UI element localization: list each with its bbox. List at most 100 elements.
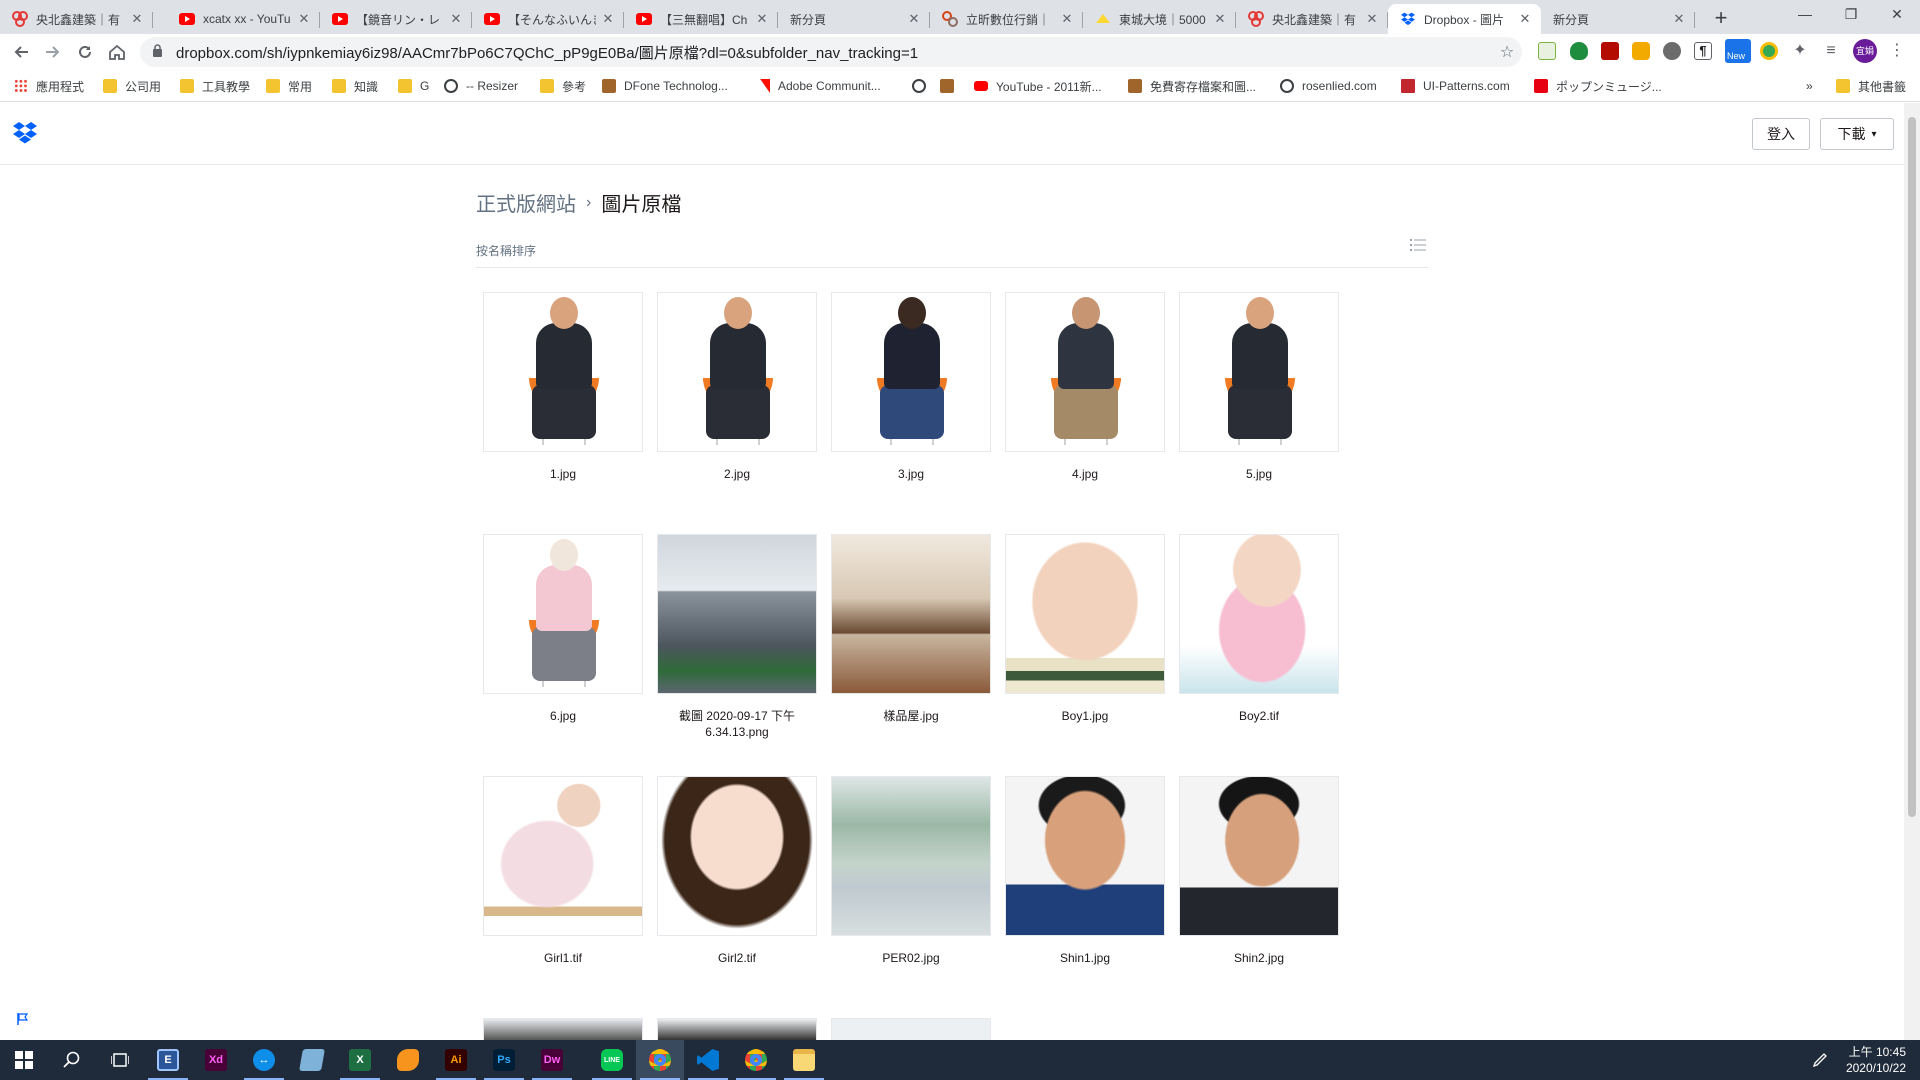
sort-by-name-button[interactable]: 按名稱排序 bbox=[476, 242, 536, 259]
home-icon[interactable] bbox=[105, 40, 129, 64]
file-thumbnail[interactable] bbox=[657, 776, 817, 936]
taskbar-app-excel-icon[interactable]: X bbox=[336, 1040, 384, 1080]
task-view-icon[interactable] bbox=[96, 1040, 144, 1080]
taskbar-app-explorer-icon[interactable] bbox=[780, 1040, 828, 1080]
file-name[interactable]: 6.jpg bbox=[475, 708, 651, 724]
browser-tab[interactable]: 新分頁 ✕ bbox=[778, 4, 930, 34]
browser-tab[interactable]: 央北鑫建築｜有 ✕ bbox=[0, 4, 153, 34]
bookmark-item[interactable]: 參考 bbox=[540, 77, 586, 95]
file-name[interactable]: 樣品屋.jpg bbox=[823, 708, 999, 724]
minimize-button[interactable]: — bbox=[1782, 0, 1828, 30]
color-extension-icon[interactable] bbox=[1760, 42, 1778, 60]
bookmark-item[interactable]: DFone Technolog... bbox=[602, 77, 728, 95]
taskbar-app-illustrator-icon[interactable]: Ai bbox=[432, 1040, 480, 1080]
bookmark-item[interactable]: -- Resizer bbox=[444, 77, 518, 95]
bookmark-item[interactable]: 應用程式 bbox=[14, 77, 84, 95]
thumbnail-partial[interactable] bbox=[831, 1018, 991, 1040]
bookmark-item[interactable] bbox=[912, 77, 934, 95]
file-name[interactable]: 5.jpg bbox=[1171, 466, 1347, 482]
list-view-icon[interactable] bbox=[1410, 238, 1428, 252]
profile-avatar[interactable]: 宜娟 bbox=[1853, 39, 1877, 63]
vertical-scrollbar[interactable] bbox=[1904, 103, 1920, 1040]
browser-tab[interactable]: Dropbox - 圖片 ✕ bbox=[1388, 4, 1541, 34]
bookmark-item[interactable]: 工具教學 bbox=[180, 77, 250, 95]
taskbar-app-vscode-icon[interactable] bbox=[684, 1040, 732, 1080]
back-arrow-icon[interactable] bbox=[9, 40, 33, 64]
taskbar-app-notepad-icon[interactable] bbox=[288, 1040, 336, 1080]
chat-extension-icon[interactable] bbox=[1663, 42, 1681, 60]
bookmark-item[interactable]: 公司用 bbox=[103, 77, 161, 95]
tab-close-icon[interactable]: ✕ bbox=[296, 11, 312, 27]
taskbar-app-photoshop-icon[interactable]: Ps bbox=[480, 1040, 528, 1080]
browser-tab[interactable]: 東城大境｜5000 ✕ bbox=[1083, 4, 1236, 34]
file-name[interactable]: 1.jpg bbox=[475, 466, 651, 482]
scrollbar-thumb[interactable] bbox=[1908, 117, 1916, 817]
puzzle-extensions-icon[interactable]: ✦ bbox=[1791, 42, 1809, 60]
bookmark-item[interactable]: 常用 bbox=[266, 77, 312, 95]
paragraph-extension-icon[interactable]: ¶ bbox=[1694, 42, 1712, 60]
tab-close-icon[interactable]: ✕ bbox=[600, 11, 616, 27]
file-name[interactable]: Shin2.jpg bbox=[1171, 950, 1347, 966]
bookmark-item[interactable]: 免費寄存檔案和圖... bbox=[1128, 77, 1256, 95]
file-name[interactable]: 2.jpg bbox=[649, 466, 825, 482]
flag-icon[interactable] bbox=[16, 1012, 30, 1026]
browser-tab[interactable]: xcatx xx - YouTu ✕ bbox=[167, 4, 320, 34]
file-name[interactable]: 4.jpg bbox=[997, 466, 1173, 482]
sign-in-button[interactable]: 登入 bbox=[1752, 118, 1810, 150]
breadcrumb-parent-link[interactable]: 正式版網站 bbox=[476, 188, 576, 217]
taskbar-app-chrome-2-icon[interactable] bbox=[732, 1040, 780, 1080]
file-name[interactable]: 3.jpg bbox=[823, 466, 999, 482]
browser-tab[interactable]: 【鏡音リン・レ ✕ bbox=[320, 4, 472, 34]
bookmark-item[interactable]: ポップンミュージ... bbox=[1534, 77, 1662, 95]
thumbnail-partial[interactable] bbox=[657, 1018, 817, 1040]
forward-arrow-icon[interactable] bbox=[41, 40, 65, 64]
reload-icon[interactable] bbox=[73, 40, 97, 64]
file-name[interactable]: Girl1.tif bbox=[475, 950, 651, 966]
menu-kebab-icon[interactable]: ⋮ bbox=[1888, 42, 1906, 60]
search-icon[interactable] bbox=[48, 1040, 96, 1080]
browser-tab[interactable]: 【三無翻唱】Ch ✕ bbox=[624, 4, 778, 34]
taskbar-app-line-icon[interactable]: LINE bbox=[588, 1040, 636, 1080]
file-thumbnail[interactable] bbox=[831, 776, 991, 936]
address-bar[interactable]: dropbox.com/sh/iypnkemiay6iz98/AACmr7bPo… bbox=[140, 37, 1522, 67]
tab-close-icon[interactable]: ✕ bbox=[1517, 11, 1533, 27]
camera-extension-icon[interactable] bbox=[1632, 42, 1650, 60]
sheets-extension-icon[interactable] bbox=[1538, 42, 1556, 60]
bookmark-item[interactable]: rosenlied.com bbox=[1280, 77, 1377, 95]
new-tab-button[interactable]: + bbox=[1708, 6, 1734, 32]
playlist-extension-icon[interactable]: ≡ bbox=[1822, 42, 1840, 60]
bookmark-item[interactable]: UI-Patterns.com bbox=[1401, 77, 1510, 95]
shield-extension-icon[interactable] bbox=[1570, 42, 1588, 60]
taskbar-app-teamviewer-icon[interactable]: ↔ bbox=[240, 1040, 288, 1080]
taskbar-app-xd-icon[interactable]: Xd bbox=[192, 1040, 240, 1080]
browser-tab[interactable]: 【そんなふいんき ✕ bbox=[472, 4, 624, 34]
tab-close-icon[interactable]: ✕ bbox=[1059, 11, 1075, 27]
file-name[interactable]: PER02.jpg bbox=[823, 950, 999, 966]
system-clock[interactable]: 上午 10:45 2020/10/22 bbox=[1846, 1044, 1906, 1076]
new-extension-icon[interactable]: New bbox=[1725, 39, 1751, 63]
file-thumbnail[interactable] bbox=[1179, 776, 1339, 936]
file-thumbnail[interactable] bbox=[483, 534, 643, 694]
maximize-button[interactable]: ❐ bbox=[1828, 0, 1874, 30]
bookmark-item[interactable]: YouTube - 2011新... bbox=[974, 77, 1102, 95]
file-thumbnail[interactable] bbox=[1005, 534, 1165, 694]
bookmark-item[interactable]: G bbox=[398, 77, 429, 95]
file-name[interactable]: Boy1.jpg bbox=[997, 708, 1173, 724]
file-name[interactable]: Girl2.tif bbox=[649, 950, 825, 966]
bookmark-star-icon[interactable]: ☆ bbox=[1492, 42, 1522, 62]
file-name[interactable]: Shin1.jpg bbox=[997, 950, 1173, 966]
taskbar-app-editor-icon[interactable]: E bbox=[144, 1040, 192, 1080]
taskbar-app-chrome-icon[interactable] bbox=[636, 1040, 684, 1080]
file-thumbnail[interactable] bbox=[1005, 776, 1165, 936]
file-thumbnail[interactable] bbox=[657, 292, 817, 452]
bookmark-item[interactable] bbox=[940, 77, 962, 95]
taskbar-app-dreamweaver-icon[interactable]: Dw bbox=[528, 1040, 576, 1080]
tab-close-icon[interactable]: ✕ bbox=[448, 11, 464, 27]
download-button[interactable]: 下載 ▾ bbox=[1820, 118, 1894, 150]
file-thumbnail[interactable] bbox=[1179, 292, 1339, 452]
pen-workspace-icon[interactable] bbox=[1802, 1040, 1838, 1080]
file-thumbnail[interactable] bbox=[831, 534, 991, 694]
file-thumbnail[interactable] bbox=[483, 292, 643, 452]
tab-close-icon[interactable]: ✕ bbox=[754, 11, 770, 27]
tab-close-icon[interactable]: ✕ bbox=[1212, 11, 1228, 27]
